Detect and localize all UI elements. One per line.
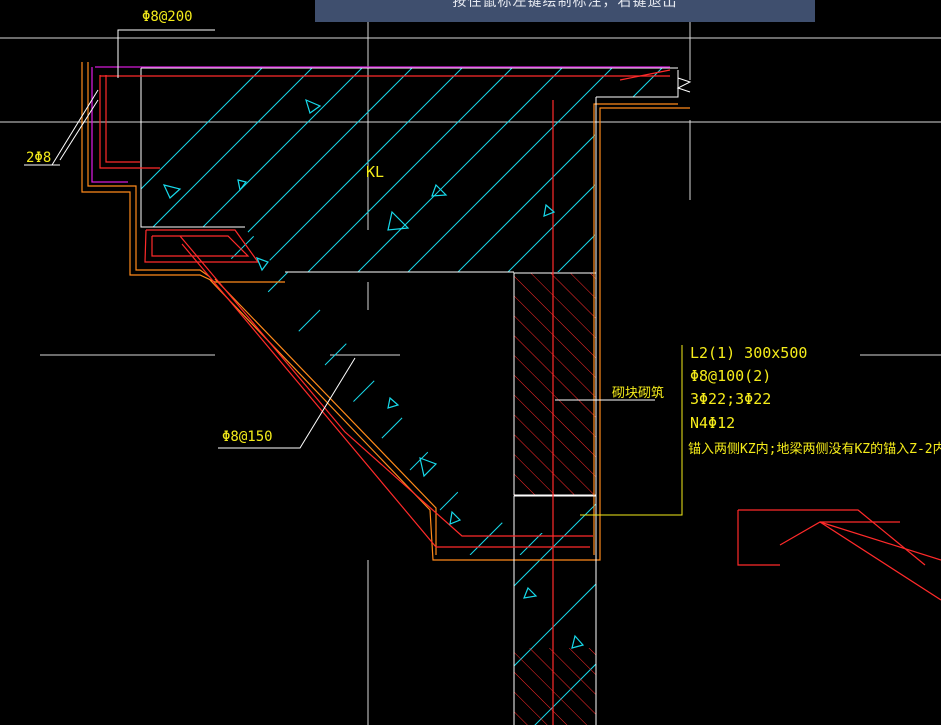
beam-note-line-5: 锚入两侧KZ内;地梁两侧没有KZ的锚入Z-2内	[688, 441, 941, 457]
masonry-label: 砌块砌筑	[612, 385, 664, 401]
beam-outline	[81, 62, 690, 561]
slope-rebar-label: Φ8@150	[222, 429, 273, 445]
concrete-hatch	[141, 68, 678, 272]
concrete-outline	[140, 67, 692, 725]
masonry-block-lower	[514, 648, 596, 725]
slope-hatch	[199, 229, 561, 555]
beam-note-line-4: N4Φ12	[690, 414, 735, 432]
beam-name-label: KL	[366, 163, 384, 181]
top-rebar-label: Φ8@200	[142, 9, 193, 25]
status-tip-text: 按住鼠标左键绘制标注，右键退出	[452, 0, 678, 10]
side-rebar-label: 2Φ8	[26, 150, 51, 166]
masonry-block-upper	[513, 272, 597, 496]
cad-drawing-canvas[interactable]: Φ8@200 2Φ8 KL Φ8@150 砌块砌筑 L2(1) 300x500 …	[0, 0, 941, 725]
beam-note-line-1: L2(1) 300x500	[690, 344, 807, 362]
beam-note-line-3: 3Φ22;3Φ22	[690, 390, 771, 408]
beam-note-line-2: Φ8@100(2)	[690, 367, 771, 385]
status-tip-bar: 按住鼠标左键绘制标注，右键退出	[315, 0, 815, 22]
